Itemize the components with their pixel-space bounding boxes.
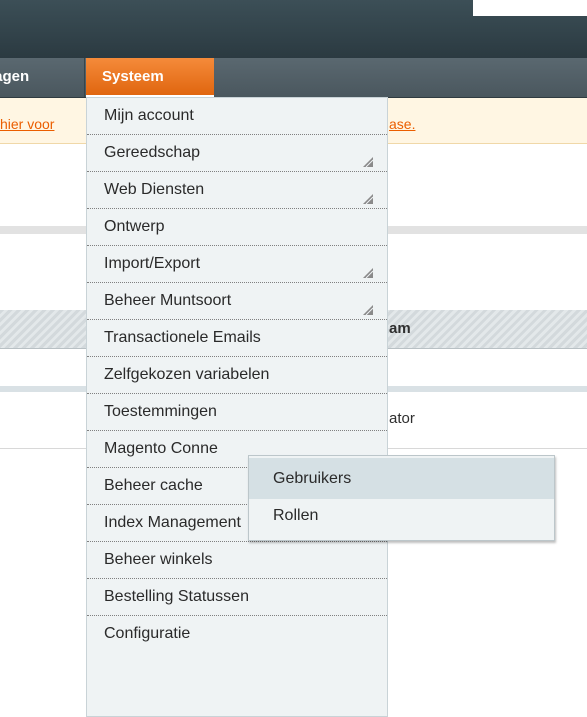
submenu-arrow-icon — [363, 194, 373, 204]
menu-item-bestelling-statussen[interactable]: Bestelling Statussen — [87, 579, 387, 616]
menu-item-label: Configuratie — [104, 625, 191, 642]
menu-item-label: Index Management — [104, 514, 241, 531]
menu-item-label: Bestelling Statussen — [104, 588, 249, 605]
menu-item-configuratie[interactable]: Configuratie — [87, 616, 387, 653]
menu-item-label: Web Diensten — [104, 181, 205, 198]
menu-item-label: Beheer winkels — [104, 551, 213, 568]
menu-item-toestemmingen[interactable]: Toestemmingen — [87, 394, 387, 431]
toestemmingen-submenu: Gebruikers Rollen — [248, 455, 555, 541]
menu-item-transactionele-emails[interactable]: Transactionele Emails — [87, 320, 387, 357]
menu-item-label: Toestemmingen — [104, 403, 217, 420]
nav-item-prev[interactable]: lagen — [0, 58, 85, 97]
submenu-arrow-icon — [363, 268, 373, 278]
notice-link-left[interactable]: hier voor — [0, 116, 54, 132]
main-nav: lagen Systeem — [0, 58, 587, 98]
submenu-arrow-icon — [363, 305, 373, 315]
submenu-item-gebruikers[interactable]: Gebruikers — [249, 458, 554, 499]
menu-item-label: Mijn account — [104, 107, 194, 124]
menu-item-label: Beheer Muntsoort — [104, 292, 232, 309]
header-search-box[interactable] — [473, 0, 587, 16]
menu-item-import-export[interactable]: Import/Export — [87, 246, 387, 283]
menu-item-label: Ontwerp — [104, 218, 165, 235]
grid-row-cell: ator — [389, 410, 415, 427]
menu-item-ontwerp[interactable]: Ontwerp — [87, 209, 387, 246]
submenu-item-label: Rollen — [273, 507, 319, 524]
header-bar — [0, 0, 587, 58]
menu-item-zelfgekozen-variabelen[interactable]: Zelfgekozen variabelen — [87, 357, 387, 394]
nav-item-systeem[interactable]: Systeem — [86, 58, 214, 98]
menu-item-label: Transactionele Emails — [104, 329, 261, 346]
menu-item-label: Zelfgekozen variabelen — [104, 366, 270, 383]
grid-header-column[interactable]: am — [389, 320, 411, 337]
menu-item-label: Import/Export — [104, 255, 201, 272]
menu-item-web-diensten[interactable]: Web Diensten — [87, 172, 387, 209]
menu-item-label: Beheer cache — [104, 477, 203, 494]
submenu-item-label: Gebruikers — [273, 470, 352, 487]
menu-item-mijn-account[interactable]: Mijn account — [87, 98, 387, 135]
menu-item-beheer-muntsoort[interactable]: Beheer Muntsoort — [87, 283, 387, 320]
submenu-arrow-icon — [363, 157, 373, 167]
notice-link-right[interactable]: ase. — [389, 116, 415, 132]
systeem-dropdown-menu: Mijn account Gereedschap Web Diensten On… — [86, 97, 388, 717]
menu-item-label: Gereedschap — [104, 144, 201, 161]
menu-item-beheer-winkels[interactable]: Beheer winkels — [87, 542, 387, 579]
submenu-item-rollen[interactable]: Rollen — [249, 499, 554, 537]
menu-item-gereedschap[interactable]: Gereedschap — [87, 135, 387, 172]
menu-item-label: Magento Conne — [104, 440, 218, 457]
